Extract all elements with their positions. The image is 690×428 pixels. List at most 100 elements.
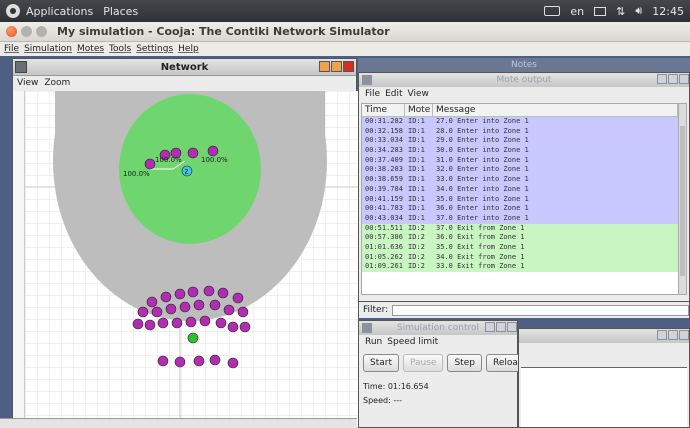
window-title-bar: My simulation - Cooja: The Contiki Netwo…	[0, 22, 690, 42]
window-menu-icon[interactable]	[362, 323, 372, 333]
network-view-menu[interactable]: View	[17, 78, 38, 88]
scrollbar-thumb[interactable]	[680, 126, 685, 276]
timeline-area[interactable]	[521, 367, 687, 427]
mote	[157, 355, 169, 367]
menu-simulation[interactable]: Simulation	[24, 44, 72, 54]
menu-tools[interactable]: Tools	[109, 44, 131, 54]
table-row[interactable]: 00:41.783 ID:1 36.0 Enter into Zone 1	[362, 204, 678, 214]
row-message: 36.0 Exit from Zone 1	[436, 233, 525, 242]
speed-limit-menu[interactable]: Speed limit	[387, 337, 438, 347]
network-icon[interactable]: ⇅	[616, 5, 625, 18]
window-maximize-button[interactable]	[36, 26, 47, 37]
network-graph[interactable]: 2 100.0% 100.0% 100.0%	[25, 91, 358, 428]
clock[interactable]: 12:45	[652, 5, 684, 18]
network-canvas[interactable]: 2 100.0% 100.0% 100.0%	[25, 91, 358, 428]
close-button[interactable]	[343, 61, 354, 72]
maximize-button[interactable]	[331, 61, 342, 72]
row-time: 00:38.283	[365, 165, 403, 174]
system-tray: en ⇅ 🔊︎ 12:45	[544, 4, 690, 18]
volume-icon[interactable]: 🔊︎	[635, 4, 642, 18]
window-close-button[interactable]	[6, 26, 17, 37]
row-message: 37.0 Exit from Zone 1	[436, 223, 525, 232]
keyboard-icon[interactable]	[544, 6, 561, 16]
table-row[interactable]: 00:43.034 ID:1 37.0 Enter into Zone 1	[362, 213, 678, 224]
maximize-button[interactable]	[496, 322, 506, 332]
start-button[interactable]: Start	[363, 354, 399, 372]
minimize-button[interactable]	[319, 61, 330, 72]
row-message: 30.0 Enter into Zone 1	[436, 146, 529, 155]
window-menu-icon[interactable]	[15, 61, 27, 73]
window-minimize-button[interactable]	[21, 26, 32, 37]
mote-output-table[interactable]: Time Mote Message 00:31.282 ID:1 27.0 Ente…	[361, 103, 679, 295]
mail-icon[interactable]	[594, 6, 607, 16]
window-menu-icon[interactable]	[362, 75, 372, 85]
table-row[interactable]: 01:05.262 ID:2 34.0 Exit from Zone 1	[362, 252, 678, 263]
mote	[174, 288, 186, 300]
table-row[interactable]: 00:57.386 ID:2 36.0 Exit from Zone 1	[362, 233, 678, 243]
mote	[223, 304, 235, 316]
table-row[interactable]: 00:39.784 ID:1 34.0 Enter into Zone 1	[362, 184, 678, 195]
network-zoom-menu[interactable]: Zoom	[44, 78, 70, 88]
table-row[interactable]: 00:38.659 ID:1 33.0 Enter into Zone 1	[362, 175, 678, 185]
mote	[187, 147, 199, 159]
pause-button[interactable]: Pause	[403, 354, 444, 372]
row-message: 34.0 Exit from Zone 1	[436, 252, 525, 261]
notes-window-header[interactable]: Notes	[358, 58, 690, 72]
step-button[interactable]: Step	[447, 354, 482, 372]
menu-help[interactable]: Help	[178, 44, 199, 54]
mote-output-view-menu[interactable]: View	[408, 89, 429, 99]
mote-output-file-menu[interactable]: File	[365, 89, 380, 99]
timeline-header[interactable]	[519, 329, 689, 343]
close-button[interactable]	[507, 322, 517, 332]
simulation-time: Time: 01:16.654	[363, 382, 429, 391]
language-indicator[interactable]: en	[570, 5, 584, 18]
mote	[137, 306, 149, 318]
mote-output-header[interactable]: Mote output	[359, 73, 689, 87]
table-row[interactable]: 00:34.283 ID:1 30.0 Enter into Zone 1	[362, 146, 678, 156]
mote	[146, 296, 158, 308]
table-row[interactable]: 00:31.282 ID:1 27.0 Enter into Zone 1	[362, 117, 678, 127]
mote-output-edit-menu[interactable]: Edit	[385, 89, 402, 99]
mote	[215, 317, 227, 329]
maximize-button[interactable]	[668, 74, 678, 84]
menu-file[interactable]: File	[4, 44, 19, 54]
column-header-mote[interactable]: Mote	[405, 104, 433, 116]
vertical-scrollbar[interactable]	[678, 103, 687, 295]
close-button[interactable]	[679, 330, 689, 340]
close-button[interactable]	[679, 74, 689, 84]
table-row[interactable]: 00:51.511 ID:2 37.0 Exit from Zone 1	[362, 223, 678, 234]
timeline-window: Activate	[518, 328, 690, 428]
minimize-button[interactable]	[657, 74, 667, 84]
network-window-header[interactable]: Network	[13, 59, 356, 76]
minimize-button[interactable]	[657, 330, 667, 340]
places-menu[interactable]: Places	[103, 5, 138, 18]
link-ratio-label: 100.0%	[155, 156, 182, 164]
table-row[interactable]: 00:38.283 ID:1 32.0 Enter into Zone 1	[362, 165, 678, 176]
table-row[interactable]: 00:37.409 ID:1 31.0 Enter into Zone 1	[362, 155, 678, 166]
table-row[interactable]: 01:01.636 ID:2 35.0 Exit from Zone 1	[362, 242, 678, 253]
run-menu[interactable]: Run	[365, 337, 382, 347]
row-time: 00:39.784	[365, 184, 403, 193]
column-header-message[interactable]: Message	[433, 104, 678, 116]
menu-settings[interactable]: Settings	[136, 44, 173, 54]
filter-input[interactable]	[392, 304, 689, 316]
network-horizontal-scrollbar[interactable]	[0, 418, 357, 428]
table-row[interactable]: 00:41.159 ID:1 35.0 Enter into Zone 1	[362, 194, 678, 205]
table-row[interactable]: 00:33.034 ID:1 29.0 Enter into Zone 1	[362, 136, 678, 147]
minimize-button[interactable]	[485, 322, 495, 332]
row-mote: ID:1	[408, 184, 425, 193]
simulation-control-header[interactable]: Simulation control	[359, 321, 517, 335]
column-header-time[interactable]: Time	[362, 104, 405, 116]
table-row[interactable]: 00:32.158 ID:1 28.0 Enter into Zone 1	[362, 126, 678, 137]
row-message: 27.0 Enter into Zone 1	[436, 117, 529, 125]
row-message: 32.0 Enter into Zone 1	[436, 165, 529, 174]
menu-motes[interactable]: Motes	[77, 44, 104, 54]
filter-label: Filter:	[363, 305, 389, 315]
ubuntu-logo-icon[interactable]	[6, 4, 20, 18]
network-window-title: Network	[160, 61, 209, 73]
applications-menu[interactable]: Applications	[26, 5, 93, 18]
row-mote: ID:2	[408, 252, 425, 261]
maximize-button[interactable]	[668, 330, 678, 340]
row-message: 35.0 Enter into Zone 1	[436, 194, 529, 203]
table-row[interactable]: 01:09.261 ID:2 33.0 Exit from Zone 1	[362, 262, 678, 272]
